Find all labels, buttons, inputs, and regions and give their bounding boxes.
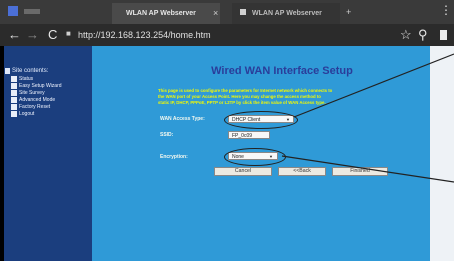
- callout-line-encryption: [281, 155, 454, 183]
- callout-lines: [281, 53, 454, 183]
- callout-line-wan-access-type: [293, 53, 454, 118]
